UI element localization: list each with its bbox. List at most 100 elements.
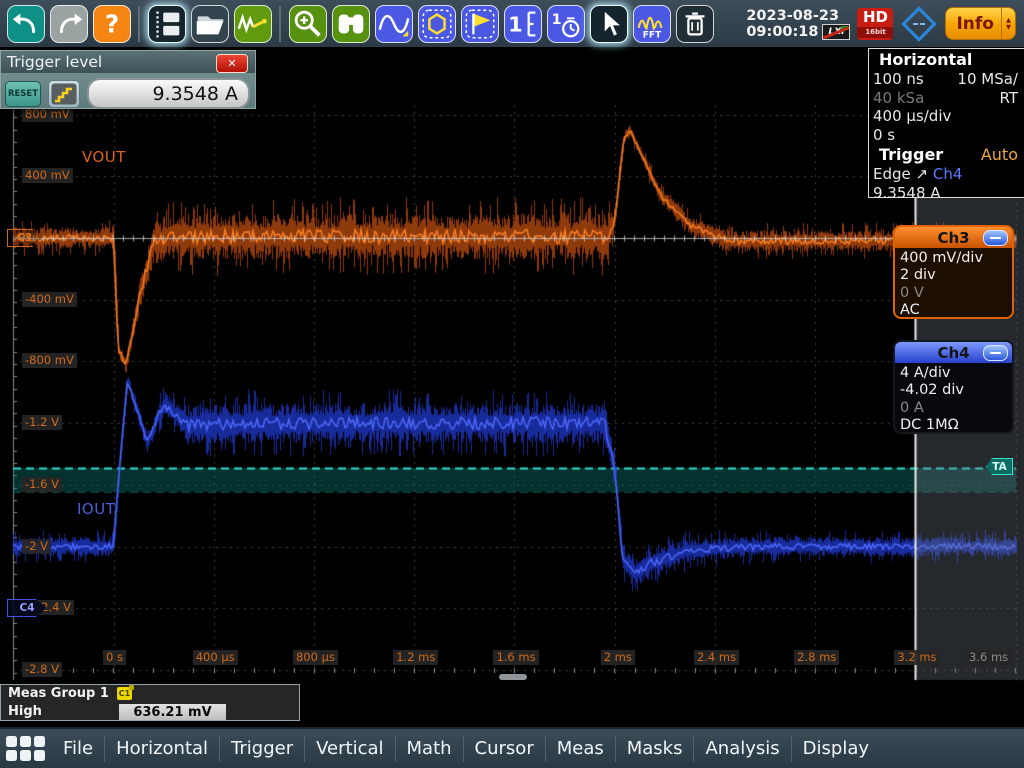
mask-test-icon[interactable]: [418, 5, 456, 43]
menu-item-analysis[interactable]: Analysis: [694, 738, 790, 759]
menu-item-masks[interactable]: Masks: [616, 738, 694, 759]
probe-compensation-icon[interactable]: [234, 5, 272, 43]
hd-label: HD: [857, 8, 893, 27]
record-length-value: 40 kSa: [873, 89, 924, 108]
y-axis-label: -1.2 V: [22, 415, 62, 430]
x-axis-label: 400 µs: [193, 650, 238, 665]
toolbar-separator: [279, 6, 281, 42]
menu-item-meas[interactable]: Meas: [546, 738, 615, 759]
redo-icon[interactable]: [50, 5, 88, 43]
info-spin-arrows[interactable]: ▲▼: [1001, 8, 1015, 39]
ch4-setting-row[interactable]: 4 A/div: [900, 365, 1012, 383]
x-axis-label: 2 ms: [601, 650, 635, 665]
pointer-select-icon[interactable]: [590, 5, 628, 43]
svg-text:1: 1: [508, 12, 523, 36]
info-label: Info: [946, 14, 1001, 34]
ch4-dialog[interactable]: Ch4 4 A/div-4.02 div0 ADC 1MΩ: [893, 340, 1014, 434]
x-axis-label: 800 µs: [293, 650, 338, 665]
menu-item-math[interactable]: Math: [396, 738, 463, 759]
trigger-level-field[interactable]: 9.3548 A: [87, 78, 250, 109]
toolbar-icons: ? 11 FFT: [4, 5, 716, 43]
vout-trace-label: VOUT: [82, 148, 126, 166]
trigger-row-level[interactable]: 9.3548 A: [869, 184, 1024, 203]
ch3-title: Ch3: [937, 229, 969, 247]
trigger-title-label: Trigger: [879, 145, 943, 164]
ch4-minimize-button[interactable]: [983, 345, 1008, 361]
sample-rate-value: 10 MSa/: [957, 70, 1018, 89]
menu-item-trigger[interactable]: Trigger: [220, 738, 304, 759]
ch4-dialog-header[interactable]: Ch4: [895, 342, 1012, 363]
ch3-minimize-button[interactable]: [983, 230, 1008, 246]
trigger-panel-title[interactable]: Trigger Auto: [869, 144, 1024, 165]
open-folder-icon[interactable]: [191, 5, 229, 43]
datetime-display: 2023-08-23 09:00:18 LXI: [746, 8, 850, 40]
horizontal-trigger-panel: Horizontal 100 ns 10 MSa/ 40 kSa RT 400 …: [868, 48, 1024, 198]
ch4-title: Ch4: [937, 344, 969, 362]
y-axis-label: -400 mV: [22, 292, 77, 307]
menu-item-cursor[interactable]: Cursor: [464, 738, 545, 759]
ch4-setting-row[interactable]: DC 1MΩ: [900, 417, 1012, 435]
vertical-measure-icon[interactable]: 1: [504, 5, 542, 43]
timebase-value: 400 µs/div: [873, 107, 951, 126]
ch3-setting-row[interactable]: 400 mV/div: [900, 250, 1012, 268]
meas-row-label: High: [8, 704, 42, 719]
menu-item-file[interactable]: File: [52, 738, 104, 759]
trigger-mode-value: Auto: [981, 145, 1018, 164]
horizontal-panel-title[interactable]: Horizontal: [869, 49, 1024, 70]
trigger-hysteresis-icon[interactable]: [48, 80, 80, 108]
close-icon[interactable]: ✕: [216, 54, 248, 73]
x-axis-label: 0 s: [103, 650, 126, 665]
horizontal-row-position[interactable]: 0 s: [869, 126, 1024, 145]
toolbar: ? 11 FFT 2023-08-23 09:00:18 LXI HD 16bit: [0, 0, 1024, 47]
ch3-setting-row[interactable]: AC: [900, 302, 1012, 320]
y-axis-label: -2 V: [22, 539, 51, 554]
meas-source-badge: C1: [117, 687, 132, 700]
help-icon[interactable]: ?: [93, 5, 131, 43]
x-axis-label: 1.2 ms: [393, 650, 438, 665]
menu-bar: FileHorizontalTriggerVerticalMathCursorM…: [0, 727, 1024, 768]
menu-item-display[interactable]: Display: [792, 738, 880, 759]
menu-item-horizontal[interactable]: Horizontal: [105, 738, 219, 759]
apps-menu-icon[interactable]: [4, 731, 46, 766]
x-axis-label: 3.2 ms: [894, 650, 939, 665]
ch3-dialog-header[interactable]: Ch3: [895, 227, 1012, 248]
waveform-generator-icon[interactable]: [375, 5, 413, 43]
ch3-setting-row[interactable]: 2 div: [900, 267, 1012, 285]
trigger-source-value: Ch4: [933, 165, 963, 183]
x-axis-label: 3.6 ms: [966, 650, 1011, 665]
trigger-row-type[interactable]: Edge ↗ Ch4: [869, 165, 1024, 184]
hd-mode-badge: HD 16bit: [857, 8, 893, 40]
menu-item-vertical[interactable]: Vertical: [305, 738, 394, 759]
trigger-slope-icon: ↗: [916, 165, 929, 183]
horizontal-row-record[interactable]: 40 kSa RT: [869, 89, 1024, 108]
info-button[interactable]: Info ▲▼: [945, 7, 1016, 40]
ch3-dialog[interactable]: Ch3 400 mV/div2 div0 VAC: [893, 225, 1014, 319]
svg-text:FFT: FFT: [642, 30, 661, 40]
reset-button[interactable]: RESET: [5, 81, 41, 107]
ch3-setting-row[interactable]: 0 V: [900, 285, 1012, 303]
horizontal-scrollbar-handle[interactable]: [499, 674, 527, 680]
measurement-panel[interactable]: Meas Group 1 C1 High 636.21 mV: [0, 684, 300, 721]
trigger-level-dialog: Trigger level ✕ RESET 9.3548 A: [0, 50, 256, 109]
ch4-setting-row[interactable]: -4.02 div: [900, 382, 1012, 400]
meas-value: 636.21 mV: [119, 704, 226, 720]
horizontal-row-scale[interactable]: 400 µs/div: [869, 107, 1024, 126]
ch4-setting-row[interactable]: 0 A: [900, 400, 1012, 418]
fft-icon[interactable]: FFT: [633, 5, 671, 43]
toolbar-separator: [138, 6, 140, 42]
search-icon[interactable]: [332, 5, 370, 43]
x-axis-label: 2.8 ms: [794, 650, 839, 665]
toolbar-right-cluster: 2023-08-23 09:00:18 LXI HD 16bit Info ▲▼: [746, 5, 1024, 43]
delete-icon[interactable]: [676, 5, 714, 43]
timing-measure-icon[interactable]: 1: [547, 5, 585, 43]
dialog-list-icon[interactable]: [148, 5, 186, 43]
y-axis-label: -2.8 V: [22, 662, 62, 677]
y-axis-label: -800 mV: [22, 353, 77, 368]
iout-trace-label: IOUT: [77, 500, 115, 518]
x-axis-label: 1.6 ms: [493, 650, 538, 665]
horizontal-row-resolution[interactable]: 100 ns 10 MSa/: [869, 70, 1024, 89]
annotation-flag-icon[interactable]: [461, 5, 499, 43]
undo-icon[interactable]: [7, 5, 45, 43]
y-axis-label: -1.6 V: [22, 477, 62, 492]
zoom-icon[interactable]: [289, 5, 327, 43]
